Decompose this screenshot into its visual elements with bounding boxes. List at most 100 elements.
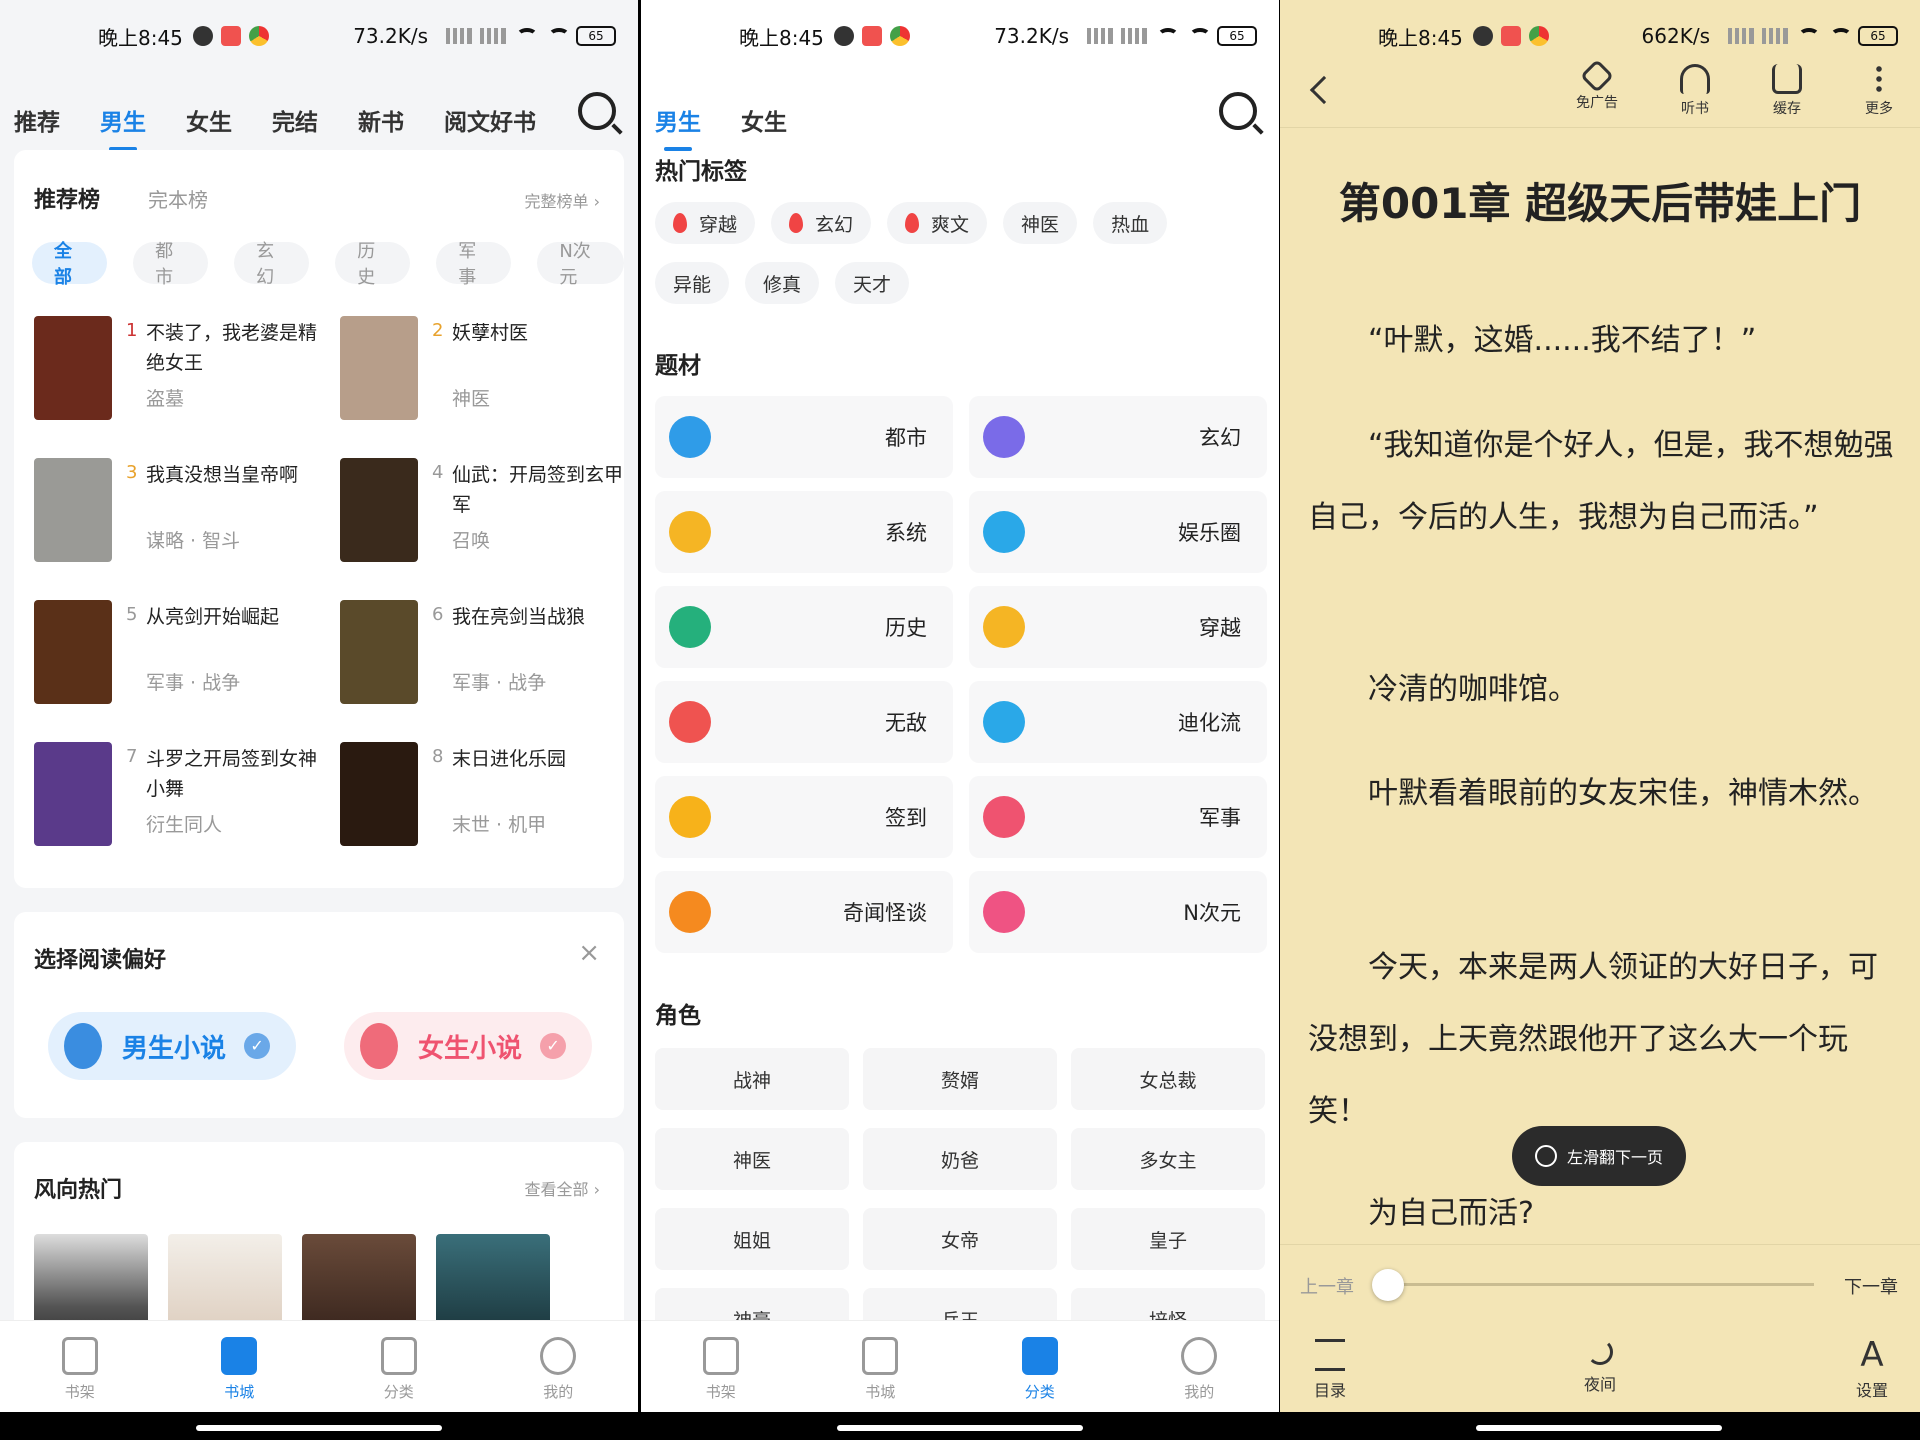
hot-tag[interactable]: 修真 bbox=[745, 262, 820, 304]
genre-icon bbox=[983, 511, 1025, 553]
role-tag[interactable]: 赘婿 bbox=[863, 1048, 1057, 1110]
role-tag[interactable]: 皇子 bbox=[1071, 1208, 1265, 1270]
genre-label: 无敌 bbox=[885, 711, 927, 735]
hot-tag[interactable]: 玄幻 bbox=[771, 202, 872, 244]
book-tags: 盗墓 bbox=[146, 388, 185, 410]
no-ads-label: 免广告 bbox=[1576, 95, 1618, 111]
chip-city[interactable]: 都市 bbox=[133, 241, 209, 288]
tab-finished[interactable]: 完结 bbox=[272, 103, 318, 137]
genre-item[interactable]: 奇闻怪谈 bbox=[655, 871, 953, 953]
genre-item[interactable]: 都市 bbox=[655, 396, 953, 478]
ranking-item[interactable]: 3 我真没想当皇帝啊 谋略 · 智斗 bbox=[34, 458, 330, 562]
chip-history[interactable]: 历史 bbox=[335, 241, 411, 288]
role-tag[interactable]: 女总裁 bbox=[1071, 1048, 1265, 1110]
prev-chapter-button[interactable]: 上一章 bbox=[1300, 1273, 1354, 1299]
view-all-link[interactable]: 查看全部 › bbox=[525, 1176, 601, 1200]
ranking-item[interactable]: 2 妖孽村医 神医 bbox=[340, 316, 636, 420]
ranking-item[interactable]: 4 仙武：开局签到玄甲军 召唤 bbox=[340, 458, 636, 562]
ranking-item[interactable]: 7 斗罗之开局签到女神小舞 衍生同人 bbox=[34, 742, 330, 846]
wifi-icon bbox=[516, 28, 538, 44]
ranking-item[interactable]: 1 不装了，我老婆是精绝女王 盗墓 bbox=[34, 316, 330, 420]
genre-label: 系统 bbox=[885, 521, 927, 545]
ranking-item[interactable]: 8 末日进化乐园 末世 · 机甲 bbox=[340, 742, 636, 846]
chip-all[interactable]: 全部 bbox=[32, 241, 108, 288]
bookshelf-icon bbox=[702, 1337, 739, 1375]
cache-button[interactable]: 缓存 bbox=[1752, 64, 1822, 118]
ranking-item[interactable]: 5 从亮剑开始崛起 军事 · 战争 bbox=[34, 600, 330, 704]
more-button[interactable]: 更多 bbox=[1844, 64, 1914, 118]
night-mode-button[interactable]: 夜间 bbox=[1570, 1339, 1630, 1395]
tab-female[interactable]: 女生 bbox=[741, 103, 787, 137]
genre-item[interactable]: 军事 bbox=[969, 776, 1267, 858]
hot-tag[interactable]: 天才 bbox=[835, 262, 910, 304]
home-indicator[interactable] bbox=[837, 1425, 1083, 1431]
genre-item[interactable]: 穿越 bbox=[969, 586, 1267, 668]
diamond-icon bbox=[1580, 59, 1614, 93]
chip-military[interactable]: 军事 bbox=[436, 241, 512, 288]
ranking-finished-tab[interactable]: 完本榜 bbox=[148, 184, 208, 213]
chip-fantasy[interactable]: 玄幻 bbox=[234, 241, 310, 288]
genre-item[interactable]: 无敌 bbox=[655, 681, 953, 763]
genre-item[interactable]: 玄幻 bbox=[969, 396, 1267, 478]
tab-male[interactable]: 男生 bbox=[100, 103, 146, 151]
genre-icon bbox=[983, 606, 1025, 648]
role-tag[interactable]: 多女主 bbox=[1071, 1128, 1265, 1190]
nav-bookstore[interactable]: 书城 bbox=[160, 1321, 320, 1412]
hot-tag[interactable]: 穿越 bbox=[655, 202, 756, 244]
settings-button[interactable]: A 设置 bbox=[1842, 1338, 1902, 1401]
role-tag[interactable]: 女帝 bbox=[863, 1208, 1057, 1270]
toc-button[interactable]: 目录 bbox=[1300, 1339, 1360, 1401]
book-title: 从亮剑开始崛起 bbox=[146, 606, 280, 628]
female-novel-button[interactable]: 女生小说 ✓ bbox=[344, 1012, 592, 1080]
tab-male[interactable]: 男生 bbox=[655, 103, 701, 151]
chip-n-dimension[interactable]: N次元 bbox=[537, 241, 624, 288]
full-ranking-link[interactable]: 完整榜单 › bbox=[525, 188, 601, 212]
role-tag[interactable]: 奶爸 bbox=[863, 1128, 1057, 1190]
progress-slider-knob[interactable] bbox=[1372, 1269, 1404, 1301]
tab-recommend[interactable]: 推荐 bbox=[14, 103, 60, 137]
tab-female[interactable]: 女生 bbox=[186, 103, 232, 137]
role-tag[interactable]: 姐姐 bbox=[655, 1208, 849, 1270]
male-novel-button[interactable]: 男生小说 ✓ bbox=[48, 1012, 296, 1080]
back-icon[interactable] bbox=[1309, 75, 1339, 105]
no-ads-button[interactable]: 免广告 bbox=[1562, 59, 1632, 112]
book-title: 不装了，我老婆是精绝女王 bbox=[146, 322, 318, 374]
search-icon[interactable] bbox=[578, 92, 616, 130]
tab-new[interactable]: 新书 bbox=[358, 103, 404, 137]
role-tag[interactable]: 战神 bbox=[655, 1048, 849, 1110]
home-indicator[interactable] bbox=[1476, 1425, 1722, 1431]
genre-item[interactable]: 系统 bbox=[655, 491, 953, 573]
boy-avatar-icon bbox=[64, 1023, 102, 1069]
nav-mine[interactable]: 我的 bbox=[1120, 1321, 1280, 1412]
role-tag[interactable]: 神医 bbox=[655, 1128, 849, 1190]
nav-category[interactable]: 分类 bbox=[319, 1321, 479, 1412]
ranking-item[interactable]: 6 我在亮剑当战狼 军事 · 战争 bbox=[340, 600, 636, 704]
ranking-card: 推荐榜 完本榜 完整榜单 › 全部 都市 玄幻 历史 军事 N次元 1 不装了，我… bbox=[14, 150, 624, 888]
close-icon[interactable]: × bbox=[578, 938, 600, 968]
nav-bookshelf[interactable]: 书架 bbox=[641, 1321, 801, 1412]
hot-tag[interactable]: 异能 bbox=[655, 262, 730, 304]
hot-tag[interactable]: 神医 bbox=[1003, 202, 1078, 244]
genre-item[interactable]: 娱乐圈 bbox=[969, 491, 1267, 573]
nav-bookshelf[interactable]: 书架 bbox=[0, 1321, 160, 1412]
hot-tag[interactable]: 爽文 bbox=[887, 202, 988, 244]
book-tags: 谋略 · 智斗 bbox=[146, 530, 241, 552]
fire-icon bbox=[905, 213, 920, 233]
home-indicator[interactable] bbox=[196, 1425, 442, 1431]
search-icon[interactable] bbox=[1219, 92, 1257, 130]
nav-bookstore[interactable]: 书城 bbox=[801, 1321, 961, 1412]
nav-category[interactable]: 分类 bbox=[960, 1321, 1120, 1412]
genre-item[interactable]: 签到 bbox=[655, 776, 953, 858]
nav-label: 书城 bbox=[224, 1383, 255, 1401]
chapter-progress-track[interactable] bbox=[1400, 1283, 1814, 1286]
list-icon bbox=[1315, 1339, 1345, 1371]
nav-mine[interactable]: 我的 bbox=[479, 1321, 639, 1412]
hot-tag[interactable]: 热血 bbox=[1093, 202, 1168, 244]
next-chapter-button[interactable]: 下一章 bbox=[1844, 1273, 1898, 1299]
listen-button[interactable]: 听书 bbox=[1660, 64, 1730, 118]
genre-item[interactable]: N次元 bbox=[969, 871, 1267, 953]
ranking-title[interactable]: 推荐榜 bbox=[34, 182, 100, 214]
genre-item[interactable]: 历史 bbox=[655, 586, 953, 668]
tab-yuewen-good[interactable]: 阅文好书 bbox=[444, 103, 536, 137]
genre-item[interactable]: 迪化流 bbox=[969, 681, 1267, 763]
